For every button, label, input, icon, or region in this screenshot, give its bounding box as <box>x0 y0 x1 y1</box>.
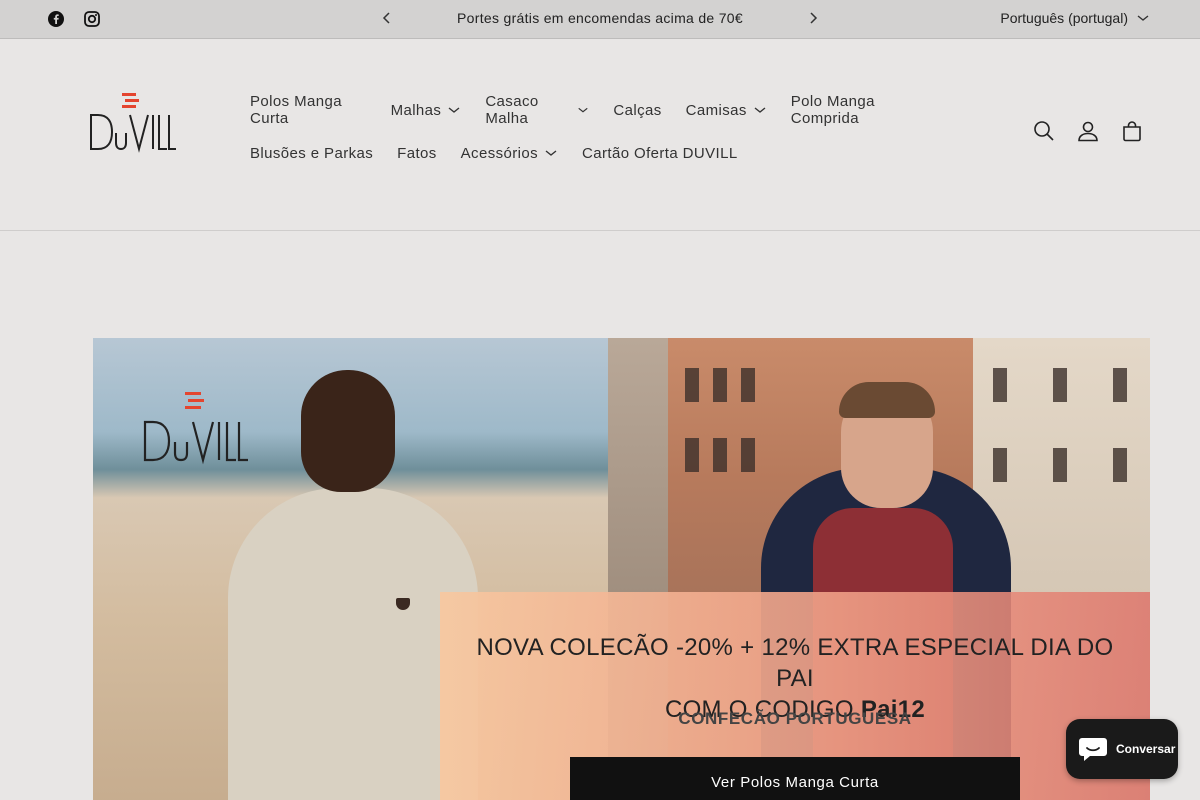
hero-title-line1: NOVA COLECÃO -20% + 12% EXTRA ESPECIAL D… <box>476 634 1114 692</box>
search-icon[interactable] <box>1030 117 1058 145</box>
facebook-icon[interactable] <box>47 10 65 28</box>
nav-label: Blusões e Parkas <box>250 144 374 162</box>
window <box>741 368 755 402</box>
nav-label: Polos Manga Curta <box>250 93 342 127</box>
site-header: Polos Manga Curta Malhas Casaco Malha Ca… <box>0 39 1200 231</box>
window <box>741 438 755 472</box>
main-nav: Polos Manga Curta Malhas Casaco Malha Ca… <box>238 91 938 177</box>
nav-row-1: Polos Manga Curta Malhas Casaco Malha Ca… <box>238 91 938 129</box>
model-head <box>301 370 395 492</box>
chevron-down-icon <box>578 107 589 113</box>
nav-item-cartao-oferta[interactable]: Cartão Oferta DUVILL <box>570 134 750 172</box>
hero-promo-panel: NOVA COLECÃO -20% + 12% EXTRA ESPECIAL D… <box>440 592 1150 800</box>
account-icon[interactable] <box>1074 117 1102 145</box>
instagram-icon[interactable] <box>83 10 101 28</box>
nav-row-2: Blusões e Parkas Fatos Acessórios Cartão… <box>238 134 938 172</box>
language-label: Português (portugal) <box>1000 10 1128 26</box>
hero-banner: NOVA COLECÃO -20% + 12% EXTRA ESPECIAL D… <box>93 338 1150 800</box>
nav-item-polo-manga-comprida[interactable]: Polo Manga Comprida <box>779 91 938 129</box>
hero-subtitle: CONFECÃO PORTUGUESA <box>678 709 912 728</box>
nav-label: Polo Manga Comprida <box>790 93 875 127</box>
window <box>1113 448 1127 482</box>
window <box>713 438 727 472</box>
chevron-down-icon <box>1137 15 1149 21</box>
nav-item-blusoes-e-parkas[interactable]: Blusões e Parkas <box>238 134 385 172</box>
nav-item-camisas[interactable]: Camisas <box>674 91 779 129</box>
nav-item-polos-manga-curta[interactable]: Polos Manga Curta <box>238 91 379 129</box>
nav-label: Malhas <box>390 101 442 119</box>
nav-label: Camisas <box>685 101 747 119</box>
window <box>713 368 727 402</box>
window <box>1113 368 1127 402</box>
shop-polos-button[interactable]: Ver Polos Manga Curta <box>570 757 1020 800</box>
nav-label: Fatos <box>397 144 437 162</box>
chevron-right-icon[interactable] <box>803 8 823 28</box>
logo-mark <box>90 93 176 153</box>
language-selector[interactable]: Português (portugal) <box>1000 10 1150 26</box>
nav-label: Calças <box>613 101 662 119</box>
window <box>993 368 1007 402</box>
logo[interactable] <box>85 87 177 157</box>
window <box>685 368 699 402</box>
nav-label: Acessórios <box>460 144 539 162</box>
chevron-down-icon <box>545 150 557 156</box>
nav-label: Casaco Malha <box>485 93 539 127</box>
hero-logo <box>143 392 248 465</box>
nav-item-casaco-malha[interactable]: Casaco Malha <box>473 91 601 129</box>
window <box>685 438 699 472</box>
cart-icon[interactable] <box>1118 117 1146 145</box>
chat-button[interactable]: Conversar <box>1066 719 1178 779</box>
nav-item-acessorios[interactable]: Acessórios <box>449 134 570 172</box>
chat-label: Conversar <box>1116 742 1176 756</box>
announcement-text: Portes grátis em encomendas acima de 70€ <box>457 10 743 26</box>
nav-item-calcas[interactable]: Calças <box>601 91 673 129</box>
model-hair <box>839 382 935 418</box>
chevron-down-icon <box>754 107 766 113</box>
announcement-bar: Portes grátis em encomendas acima de 70€… <box>0 0 1200 39</box>
chevron-down-icon <box>448 107 460 113</box>
nav-item-malhas[interactable]: Malhas <box>379 91 474 129</box>
nav-label: Cartão Oferta DUVILL <box>582 144 738 162</box>
window <box>993 448 1007 482</box>
chat-icon <box>1079 738 1107 761</box>
nav-item-fatos[interactable]: Fatos <box>385 134 449 172</box>
chevron-left-icon[interactable] <box>377 8 397 28</box>
window <box>1053 368 1067 402</box>
window <box>1053 448 1067 482</box>
